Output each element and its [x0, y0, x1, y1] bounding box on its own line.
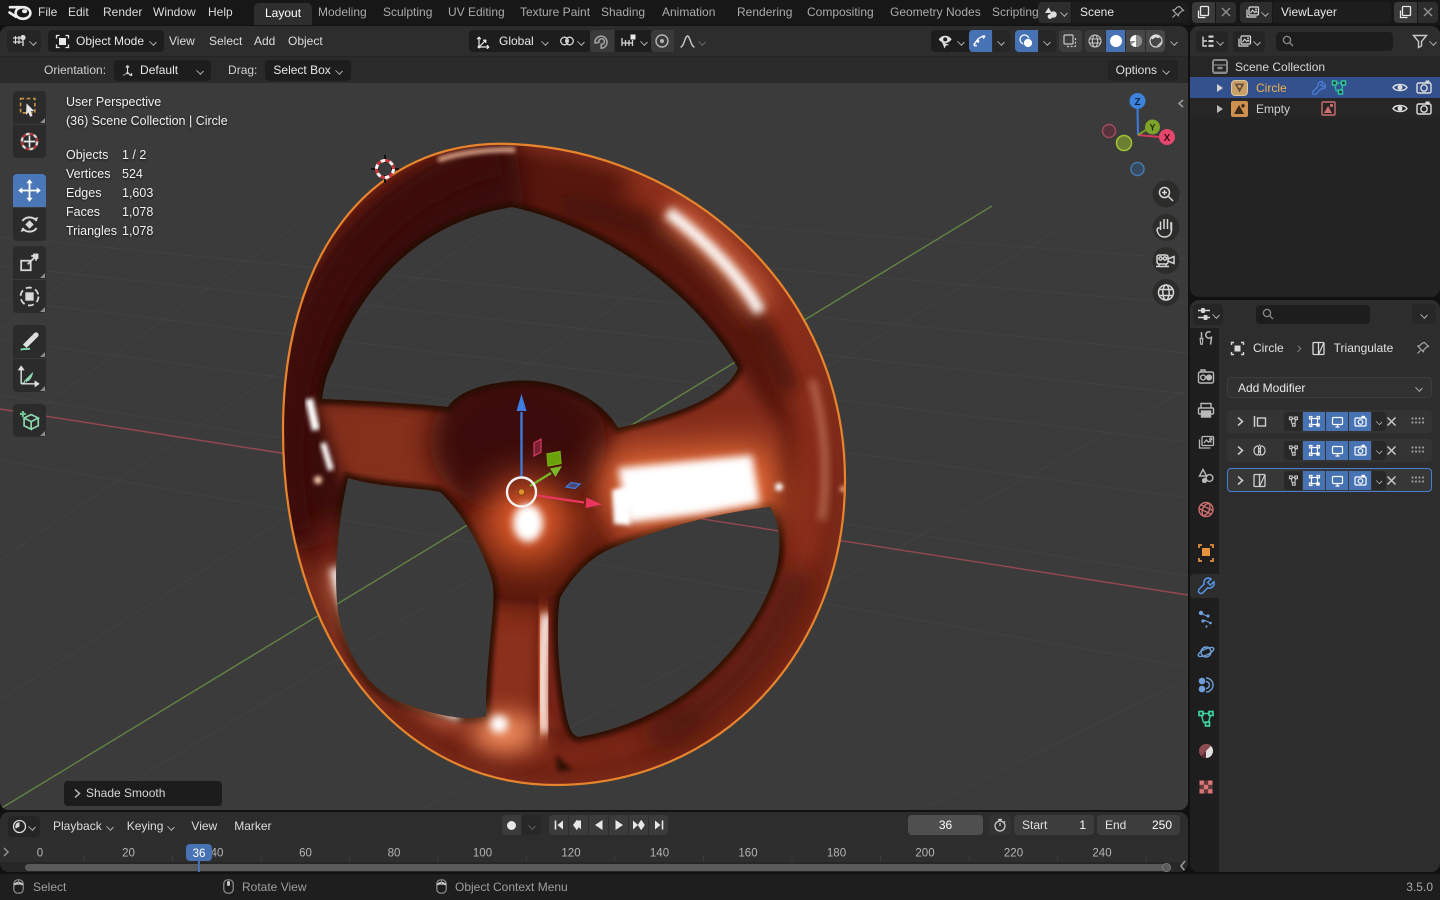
- svg-text:200: 200: [915, 848, 934, 860]
- svg-text:40: 40: [211, 848, 224, 860]
- svg-text:60: 60: [299, 848, 312, 860]
- svg-text:Z: Z: [1134, 97, 1140, 108]
- svg-text:220: 220: [1004, 848, 1023, 860]
- svg-text:80: 80: [388, 848, 401, 860]
- svg-text:240: 240: [1092, 848, 1111, 860]
- svg-text:140: 140: [650, 848, 669, 860]
- svg-text:36: 36: [193, 848, 206, 860]
- svg-text:100: 100: [473, 848, 492, 860]
- svg-text:120: 120: [561, 848, 580, 860]
- svg-text:Y: Y: [1149, 123, 1155, 133]
- svg-text:180: 180: [827, 848, 846, 860]
- svg-text:20: 20: [122, 848, 135, 860]
- svg-text:160: 160: [738, 848, 757, 860]
- svg-text:0: 0: [37, 848, 43, 860]
- svg-text:X: X: [1164, 133, 1171, 144]
